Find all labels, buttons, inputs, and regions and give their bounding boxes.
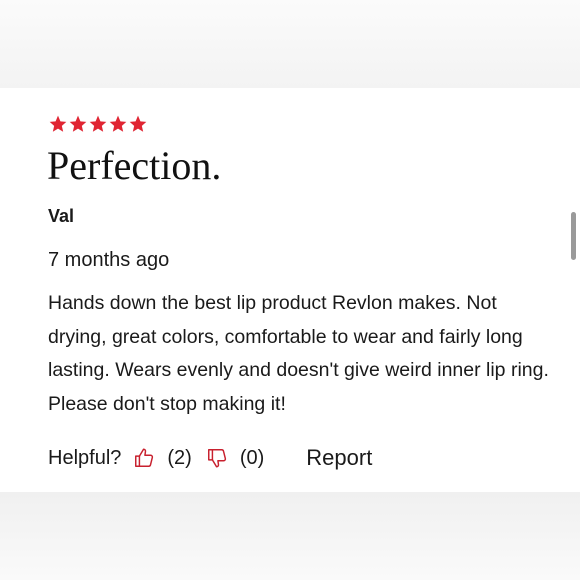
- thumbs-down-icon: [207, 449, 226, 468]
- thumbs-up-icon: [135, 448, 154, 467]
- star-icon: [49, 115, 67, 132]
- review-title: Perfection.: [47, 143, 222, 188]
- helpful-label: Helpful?: [48, 446, 122, 469]
- star-icon: [69, 115, 87, 132]
- review-body: Hands down the best lip product Revlon m…: [48, 292, 549, 415]
- helpful-no-count: (0): [239, 446, 265, 469]
- helpful-yes-button[interactable]: (2): [133, 447, 205, 470]
- star-icon: [129, 115, 147, 132]
- review-author: Val: [48, 206, 75, 226]
- scrollbar-thumb[interactable]: [571, 212, 576, 260]
- star-icon: [109, 115, 127, 132]
- star-rating: [48, 114, 148, 136]
- report-link[interactable]: Report: [306, 445, 372, 471]
- page-backdrop-top: [0, 0, 580, 88]
- review-feedback-bar: Helpful? (2) (0) Report: [48, 442, 372, 474]
- review-date: 7 months ago: [48, 249, 170, 271]
- star-icon: [89, 115, 107, 132]
- helpful-yes-count: (2): [167, 446, 192, 469]
- page-backdrop-bottom: [0, 492, 580, 580]
- helpful-no-button[interactable]: (0): [206, 447, 306, 470]
